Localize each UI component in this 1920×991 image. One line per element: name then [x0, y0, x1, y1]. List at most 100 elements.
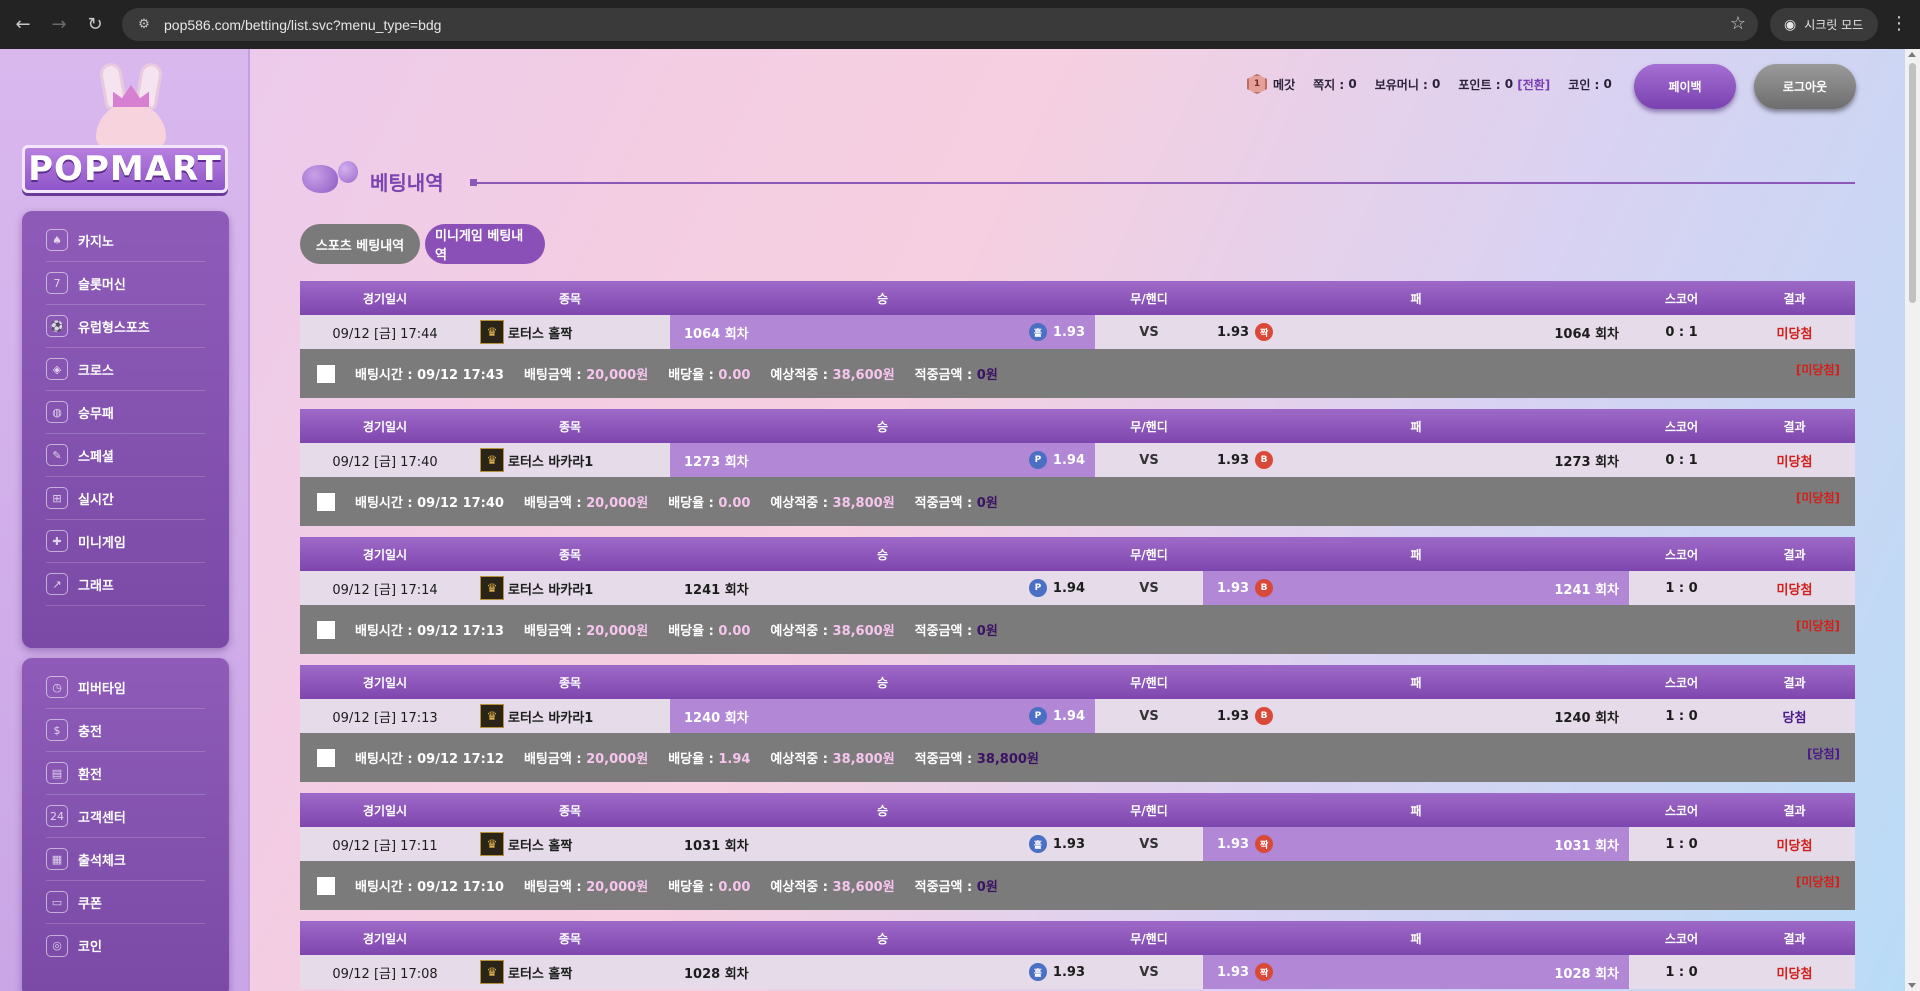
select-checkbox[interactable] [317, 492, 335, 511]
bet-card: 경기일시 종목 승 무/핸디 패 스코어 결과 09/12 [금] 17:40 ♛ 로터스 바카라… [300, 409, 1855, 526]
note-label[interactable]: 쪽지 : [1313, 76, 1344, 93]
note-count[interactable]: 0 [1348, 77, 1356, 91]
sidebar-item[interactable]: 7 슬롯머신 [46, 262, 205, 305]
column-header-date: 경기일시 [362, 931, 408, 946]
volleyball-icon: ◍ [46, 401, 68, 423]
lose-pick-chip: B [1255, 451, 1274, 469]
url-text[interactable]: pop586.com/betting/list.svc?menu_type=bd… [164, 17, 441, 33]
level-badge-icon: 1 [1247, 74, 1267, 94]
sidebar-item[interactable]: ▤ 환전 [46, 752, 205, 795]
sidebar-item[interactable]: ↗ 그래프 [46, 563, 205, 606]
select-checkbox[interactable] [317, 748, 335, 767]
back-arrow-icon[interactable]: ← [10, 12, 36, 38]
payback-button[interactable]: 페이백 [1634, 64, 1736, 109]
browser-toolbar: ← → ↻ ⚙ pop586.com/betting/list.svc?menu… [0, 0, 1920, 49]
bet-time-value: 09/12 17:13 [417, 624, 504, 639]
select-checkbox[interactable] [317, 620, 335, 639]
sidebar-item[interactable]: ✎ 스페셜 [46, 434, 205, 477]
game-type: ♛ 로터스 바카라1 [470, 448, 670, 472]
clock-icon: ◷ [46, 676, 68, 698]
column-header-date: 경기일시 [362, 419, 408, 434]
score: 1 : 0 [1665, 708, 1698, 724]
coupon-icon: ▭ [46, 891, 68, 913]
tab-minigame-history[interactable]: 미니게임 베팅내역 [425, 224, 545, 264]
score: 1 : 0 [1665, 964, 1698, 980]
sidebar-item[interactable]: ◷ 피버타임 [46, 666, 205, 709]
tab-sports-history[interactable]: 스포츠 베팅내역 [300, 224, 420, 264]
sidebar-item-label: 피버타임 [78, 681, 126, 697]
match-datetime: 09/12 [금] 17:08 [332, 966, 438, 982]
money-label: 보유머니 : [1374, 77, 1428, 92]
win-option[interactable]: 1240 회차 P 1.94 [670, 699, 1095, 733]
logout-button[interactable]: 로그아웃 [1754, 64, 1856, 109]
sidebar-item[interactable]: ◎ 코인 [46, 924, 205, 967]
win-option[interactable]: 1031 회차 홀 1.93 [670, 827, 1095, 861]
win-pick-chip: P [1028, 579, 1047, 597]
sidebar-item-label: 충전 [78, 724, 102, 740]
win-option[interactable]: 1064 회차 홀 1.93 [670, 315, 1095, 349]
lose-odds: 1.93 [1217, 580, 1250, 596]
scrollbar-thumb[interactable] [1909, 63, 1916, 303]
bet-details: 배팅시간 : 09/12 17:12 배팅금액 : 20,000원 배당율 : 1.… [300, 733, 1855, 782]
column-header-lose: 패 [1410, 419, 1422, 434]
coin-icon: ◎ [46, 934, 68, 957]
lose-option[interactable]: 1.93 짝 1028 회차 [1203, 955, 1629, 989]
game-type: ♛ 로터스 바카라1 [470, 704, 670, 728]
bookmark-star-icon[interactable]: ☆ [1730, 13, 1746, 34]
lose-option[interactable]: 1.93 짝 1064 회차 [1203, 315, 1629, 349]
sidebar-item[interactable]: ⊞ 실시간 [46, 477, 205, 520]
forward-arrow-icon[interactable]: → [46, 12, 72, 38]
reload-icon[interactable]: ↻ [82, 12, 108, 38]
sidebar-item[interactable]: ▦ 출석체크 [46, 838, 205, 881]
win-round: 1273 회차 [684, 454, 749, 470]
bet-details: 배팅시간 : 09/12 17:10 배팅금액 : 20,000원 배당율 : 0.… [300, 861, 1855, 910]
lose-option[interactable]: 1.93 B 1273 회차 [1203, 443, 1629, 477]
bet-amount-label: 배팅금액 : [523, 880, 582, 895]
select-checkbox[interactable] [317, 364, 335, 383]
sidebar-item[interactable]: ♠ 카지노 [46, 219, 205, 262]
sidebar-item-label: 슬롯머신 [78, 277, 126, 293]
win-option[interactable]: 1241 회차 P 1.94 [670, 571, 1095, 605]
bet-amount: 배팅금액 : 20,000원 [524, 876, 648, 895]
lose-odds: 1.93 [1217, 452, 1250, 468]
draw-vs: VS [1139, 708, 1159, 724]
win-odds: 1.93 [1052, 836, 1085, 852]
sidebar-item[interactable]: $ 충전 [46, 709, 205, 752]
title-divider [472, 182, 1855, 184]
lose-option[interactable]: 1.93 짝 1031 회차 [1203, 827, 1629, 861]
sidebar-item[interactable]: ⚽ 유럽형스포츠 [46, 305, 205, 348]
win-option[interactable]: 1273 회차 P 1.94 [670, 443, 1095, 477]
win-option[interactable]: 1028 회차 홀 1.93 [670, 955, 1095, 989]
sidebar-item[interactable]: ◈ 크로스 [46, 348, 205, 391]
site-info-icon[interactable]: ⚙ [134, 15, 154, 35]
popmart-logo[interactable]: POPMART [22, 61, 228, 195]
more-menu-icon[interactable]: ⋮ [1890, 13, 1908, 34]
select-checkbox[interactable] [317, 876, 335, 895]
win-round: 1031 회차 [684, 838, 749, 854]
bet-odds: 배당율 : 0.00 [668, 492, 750, 511]
lose-pick-chip: B [1255, 707, 1274, 725]
bet-card: 경기일시 종목 승 무/핸디 패 스코어 결과 09/12 [금] 17:08 ♛ 로터스 홀짝 1… [300, 921, 1855, 989]
address-bar[interactable]: ⚙ pop586.com/betting/list.svc?menu_type=… [122, 8, 1758, 41]
sidebar-item[interactable]: 24 고객센터 [46, 795, 205, 838]
lose-odds: 1.93 [1217, 836, 1250, 852]
incognito-indicator[interactable]: ◉ 시크릿 모드 [1770, 8, 1878, 41]
bet-time: 배팅시간 : 09/12 17:40 [355, 492, 504, 511]
point-convert-link[interactable]: [전환] [1517, 76, 1550, 93]
sidebar-item[interactable]: ✚ 미니게임 [46, 520, 205, 563]
game-type: ♛ 로터스 홀짝 [470, 960, 670, 984]
lose-option[interactable]: 1.93 B 1241 회차 [1203, 571, 1629, 605]
lose-option[interactable]: 1.93 B 1240 회차 [1203, 699, 1629, 733]
bet-odds-value: 0.00 [718, 880, 751, 895]
bet-table-header: 경기일시 종목 승 무/핸디 패 스코어 결과 [300, 793, 1855, 827]
expected-win: 예상적중 : 38,800원 [770, 748, 894, 767]
result-badge: 미당첨 [1776, 582, 1813, 598]
lotus-game-icon: ♛ [480, 704, 504, 728]
sidebar-item[interactable]: ◍ 승무패 [46, 391, 205, 434]
win-pick-chip: P [1028, 451, 1047, 469]
sidebar-item[interactable]: ▭ 쿠폰 [46, 881, 205, 924]
column-header-game: 종목 [558, 291, 582, 306]
lose-pick-chip: 짝 [1255, 323, 1274, 341]
page-scrollbar[interactable] [1905, 49, 1920, 991]
table-row: 09/12 [금] 17:40 ♛ 로터스 바카라1 1273 회차 P 1.94 VS 1.… [300, 443, 1855, 477]
